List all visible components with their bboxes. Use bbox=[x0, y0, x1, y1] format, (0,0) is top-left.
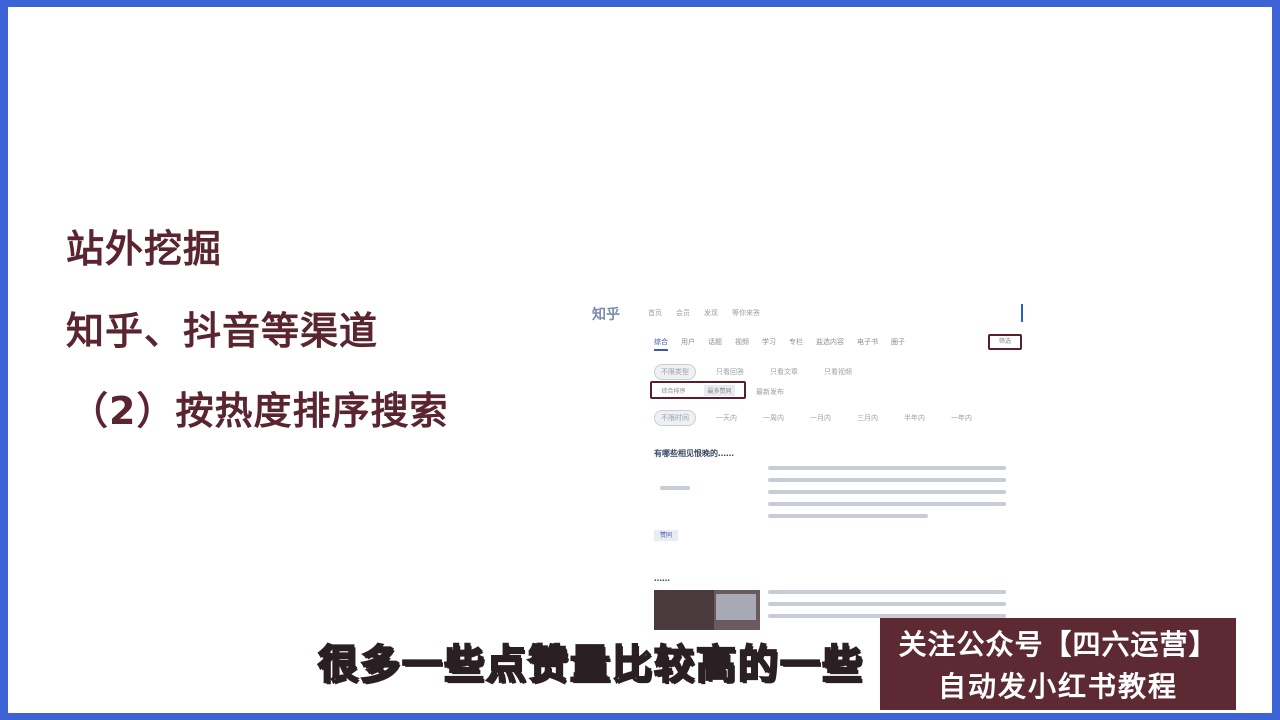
sort-options-highlight: 综合排序 最多赞同 bbox=[650, 381, 746, 399]
chip-time[interactable]: 三月内 bbox=[851, 411, 884, 425]
sort-option[interactable]: 综合排序 bbox=[661, 386, 685, 395]
nav-item[interactable]: 会员 bbox=[676, 308, 690, 318]
nav-item[interactable]: 发现 bbox=[704, 308, 718, 318]
video-subtitle: 很多一些点赞量比较高的一些 bbox=[317, 641, 864, 689]
text-line bbox=[768, 602, 1006, 606]
time-filter-row: 不限时间 一天内 一周内 一月内 三月内 半年内 一年内 bbox=[654, 410, 978, 426]
tab-all[interactable]: 综合 bbox=[654, 337, 668, 351]
zhihu-logo: 知乎 bbox=[592, 307, 620, 323]
text-line bbox=[660, 486, 690, 490]
chip-type[interactable]: 只看文章 bbox=[764, 365, 804, 379]
search-caret bbox=[1021, 304, 1023, 322]
nav-item[interactable]: 等你来答 bbox=[732, 308, 760, 318]
tab-topics[interactable]: 话题 bbox=[708, 337, 722, 351]
text-line bbox=[768, 514, 928, 518]
chip-type[interactable]: 不限类型 bbox=[654, 364, 696, 380]
text-line bbox=[768, 590, 1006, 594]
chip-type[interactable]: 只看视频 bbox=[818, 365, 858, 379]
result-title[interactable]: 有哪些相见恨晚的…… bbox=[654, 448, 734, 459]
sort-option-most-upvoted[interactable]: 最多赞同 bbox=[704, 384, 735, 396]
search-tabs: 综合 用户 话题 视频 学习 专栏 盐选内容 电子书 圈子 bbox=[654, 337, 905, 351]
filter-button[interactable]: 筛选 bbox=[988, 334, 1022, 350]
nav-item[interactable]: 首页 bbox=[648, 308, 662, 318]
vote-bar: 赞同 bbox=[654, 530, 679, 541]
tab-circles[interactable]: 圈子 bbox=[891, 337, 905, 351]
text-line bbox=[768, 478, 1006, 482]
zhihu-screenshot: 知乎 首页 会员 发现 等你来答 综合 用户 话题 视频 学习 专栏 盐选内容 … bbox=[588, 290, 1038, 630]
upvote-button[interactable]: 赞同 bbox=[654, 530, 679, 541]
text-line bbox=[768, 466, 1006, 470]
chip-time[interactable]: 一天内 bbox=[710, 411, 743, 425]
chip-type[interactable]: 只看回答 bbox=[710, 365, 750, 379]
slide-heading: 站外挖掘 bbox=[66, 227, 223, 271]
tab-columns[interactable]: 专栏 bbox=[789, 337, 803, 351]
tab-premium[interactable]: 盐选内容 bbox=[816, 337, 844, 351]
promo-line-1: 关注公众号【四六运营】 bbox=[898, 628, 1218, 661]
tab-videos[interactable]: 视频 bbox=[735, 337, 749, 351]
result-thumbnail bbox=[654, 590, 760, 630]
text-line bbox=[768, 490, 1006, 494]
promo-banner: 关注公众号【四六运营】 自动发小红书教程 bbox=[880, 618, 1236, 710]
slide-line-sort: （2）按热度排序搜索 bbox=[70, 389, 449, 433]
slide-line-channels: 知乎、抖音等渠道 bbox=[66, 309, 379, 353]
text-line bbox=[768, 502, 1006, 506]
tab-ebooks[interactable]: 电子书 bbox=[857, 337, 878, 351]
chip-time[interactable]: 不限时间 bbox=[654, 410, 696, 426]
tab-learn[interactable]: 学习 bbox=[762, 337, 776, 351]
tab-users[interactable]: 用户 bbox=[681, 337, 695, 351]
result-title[interactable]: …… bbox=[654, 574, 670, 583]
chip-time[interactable]: 半年内 bbox=[898, 411, 931, 425]
promo-line-2: 自动发小红书教程 bbox=[937, 670, 1178, 703]
chip-time[interactable]: 一月内 bbox=[804, 411, 837, 425]
sort-option[interactable]: 最新发布 bbox=[750, 385, 790, 399]
type-filter-row: 不限类型 只看回答 只看文章 只看视频 bbox=[654, 364, 858, 380]
top-nav: 首页 会员 发现 等你来答 bbox=[648, 308, 760, 318]
chip-time[interactable]: 一年内 bbox=[945, 411, 978, 425]
chip-time[interactable]: 一周内 bbox=[757, 411, 790, 425]
